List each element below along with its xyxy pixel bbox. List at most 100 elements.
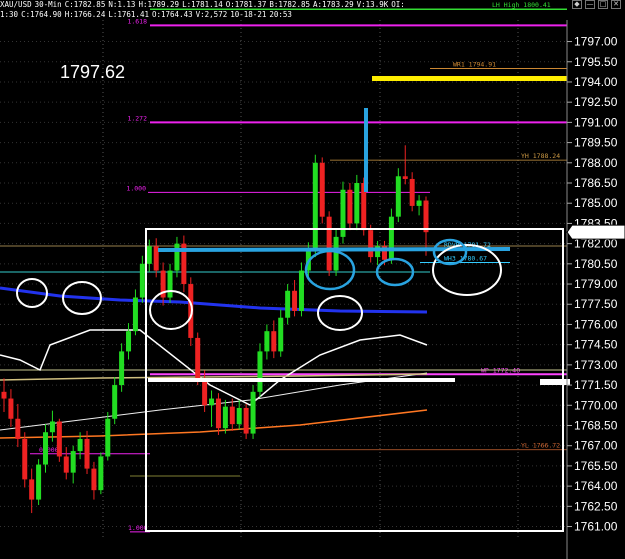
blue-horizontal-drawing: [157, 247, 511, 252]
candle-37: [257, 343, 263, 398]
candle-body-45: [312, 162, 318, 251]
candle-body-3: [22, 438, 28, 480]
candle-body-18: [126, 331, 132, 352]
candle-56: [388, 208, 394, 264]
level-label-11: 1.000: [128, 524, 148, 532]
candle-body-51: [354, 183, 360, 224]
candle-51: [354, 174, 360, 231]
axis-label-11: 1780.50: [574, 257, 618, 271]
candle-2: [15, 403, 21, 448]
candle-body-13: [91, 468, 97, 491]
candle-57: [395, 168, 401, 223]
candle-body-46: [319, 162, 325, 217]
candle-body-19: [132, 297, 138, 332]
axis-label-22: 1764.00: [574, 479, 618, 493]
candle-16: [112, 376, 118, 425]
candle-body-50: [347, 189, 353, 224]
candle-body-12: [84, 438, 90, 469]
white-axis-marker: [540, 379, 570, 385]
candle-14: [98, 452, 104, 495]
candle-4: [29, 468, 35, 514]
candle-25: [174, 236, 180, 278]
axis-label-18: 1770.00: [574, 398, 618, 412]
candle-body-30: [209, 398, 215, 406]
axis-label-0: 1797.00: [574, 35, 618, 49]
candle-body-35: [243, 407, 249, 434]
price-axis: 1797.00 1795.50 1794.00 1792.50 1791.00 1789.…: [566, 20, 625, 559]
candle-body-28: [195, 337, 201, 379]
axis-label-2: 1794.00: [574, 75, 618, 89]
candle-body-11: [77, 438, 83, 452]
candle-body-38: [264, 331, 270, 352]
candle-body-17: [119, 351, 125, 386]
candle-body-24: [167, 270, 173, 298]
candle-45: [312, 154, 318, 258]
candle-41: [285, 284, 291, 325]
candle-body-16: [112, 385, 118, 419]
candle-8: [56, 418, 62, 462]
candle-body-60: [416, 200, 422, 206]
candle-21: [146, 239, 152, 272]
candle-body-15: [105, 418, 111, 457]
candle-body-8: [56, 421, 62, 457]
candle-26: [181, 235, 187, 293]
price-chart[interactable]: LH High 1800.41 1.618 WR1 1794.91 1.272 YH 1…: [0, 0, 625, 559]
axis-label-21: 1765.50: [574, 459, 618, 473]
current-price-label: 1782.85: [574, 225, 618, 239]
candle-61: [423, 196, 429, 256]
axis-label-8: 1785.00: [574, 196, 618, 210]
axis-label-17: 1771.50: [574, 378, 618, 392]
candle-33: [229, 398, 235, 431]
candle-body-40: [278, 317, 284, 352]
candle-49: [340, 181, 346, 244]
candle-body-5: [36, 464, 42, 500]
candle-body-31: [215, 398, 221, 429]
candle-body-59: [409, 178, 415, 206]
axis-label-4: 1791.00: [574, 115, 618, 129]
candle-28: [195, 332, 201, 386]
candle-42: [292, 280, 298, 317]
candle-40: [278, 309, 284, 357]
axis-label-13: 1777.50: [574, 297, 618, 311]
candle-39: [271, 320, 277, 359]
candle-body-1: [8, 398, 14, 419]
level-label-9: YL 1766.72: [521, 442, 560, 450]
axis-label-12: 1779.00: [574, 277, 618, 291]
candle-body-2: [15, 418, 21, 439]
candle-body-33: [229, 406, 235, 425]
candle-body-47: [326, 216, 332, 271]
candle-53: [368, 224, 374, 263]
candle-32: [222, 399, 228, 434]
axis-label-6: 1788.00: [574, 156, 618, 170]
candle-5: [36, 459, 42, 505]
axis-label-5: 1789.50: [574, 136, 618, 150]
candle-3: [22, 432, 28, 488]
candle-body-61: [423, 200, 429, 233]
candle-body-58: [402, 176, 408, 179]
candle-body-7: [49, 421, 55, 433]
candle-body-43: [298, 270, 304, 311]
candle-body-48: [333, 236, 339, 271]
candle-10: [70, 445, 76, 484]
candle-body-10: [70, 451, 76, 473]
candle-43: [298, 262, 304, 317]
axis-label-1: 1795.50: [574, 55, 618, 69]
candlesticks: [1, 145, 429, 514]
candle-body-20: [139, 263, 145, 298]
candle-36: [250, 385, 256, 439]
axis-label-14: 1776.00: [574, 317, 618, 331]
candle-18: [126, 323, 132, 360]
candle-19: [132, 289, 138, 336]
candle-58: [402, 145, 408, 185]
candle-60: [416, 195, 422, 216]
candle-47: [326, 211, 332, 276]
candle-24: [167, 263, 173, 303]
candle-body-36: [250, 391, 256, 434]
level-label-4: YH 1788.24: [521, 152, 560, 160]
candle-38: [264, 324, 270, 360]
candle-body-56: [388, 216, 394, 260]
axis-label-23: 1762.50: [574, 499, 618, 513]
candle-body-57: [395, 176, 401, 217]
axis-label-16: 1773.00: [574, 358, 618, 372]
candle-body-14: [98, 456, 104, 491]
